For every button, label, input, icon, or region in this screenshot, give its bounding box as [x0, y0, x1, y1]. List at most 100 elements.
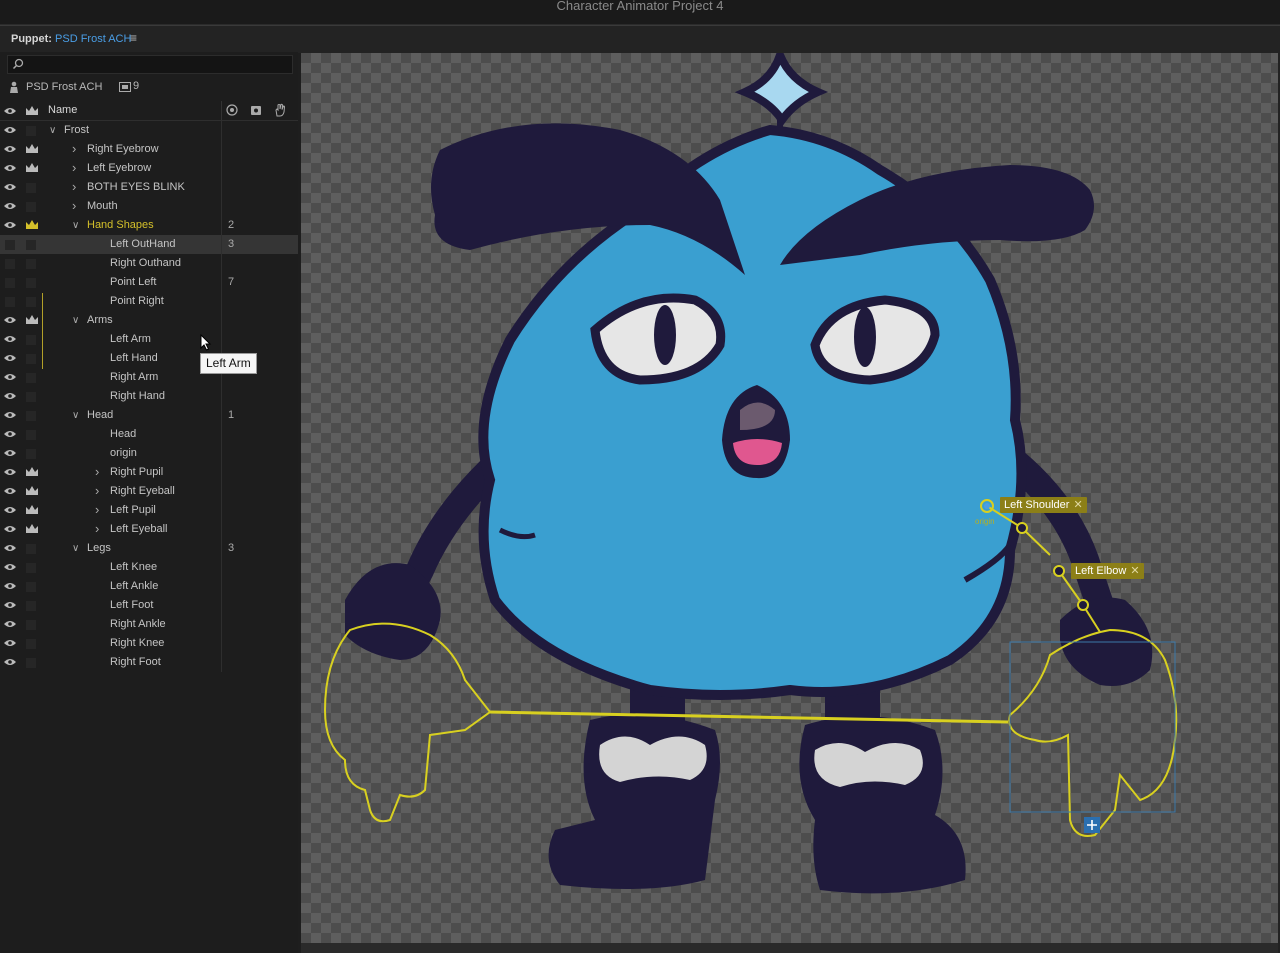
independence-toggle[interactable] — [26, 392, 36, 402]
eye-icon[interactable] — [4, 620, 16, 628]
independence-toggle[interactable] — [26, 449, 36, 459]
visibility-toggle[interactable] — [5, 278, 15, 288]
crown-icon[interactable] — [25, 105, 39, 117]
layer-row[interactable]: › Left Pupil — [0, 501, 298, 520]
crown-icon[interactable] — [25, 314, 39, 326]
independence-toggle[interactable] — [26, 278, 36, 288]
chevron-down-icon[interactable]: ∨ — [72, 410, 79, 421]
eye-icon[interactable] — [4, 126, 16, 134]
chevron-down-icon[interactable]: ∨ — [72, 543, 79, 554]
visibility-toggle[interactable] — [5, 259, 15, 269]
independence-toggle[interactable] — [26, 639, 36, 649]
independence-toggle[interactable] — [26, 658, 36, 668]
independence-toggle[interactable] — [26, 601, 36, 611]
eye-icon[interactable] — [4, 316, 16, 324]
independence-toggle[interactable] — [26, 430, 36, 440]
eye-icon[interactable] — [4, 411, 16, 419]
layer-row[interactable]: Right Ankle — [0, 615, 298, 634]
independence-toggle[interactable] — [26, 240, 36, 250]
search-input[interactable] — [7, 55, 293, 74]
eye-icon[interactable] — [4, 658, 16, 666]
layer-row[interactable]: Head — [0, 425, 298, 444]
independence-toggle[interactable] — [26, 202, 36, 212]
puppet-row[interactable]: PSD Frost ACH 9 — [0, 79, 298, 97]
eye-icon[interactable] — [4, 107, 16, 115]
tracking-icon[interactable] — [250, 104, 262, 116]
column-name[interactable]: Name — [48, 104, 77, 116]
eye-icon[interactable] — [4, 392, 16, 400]
eye-icon[interactable] — [4, 183, 16, 191]
crown-icon[interactable] — [25, 504, 39, 516]
eye-icon[interactable] — [4, 202, 16, 210]
chevron-right-icon[interactable]: › — [72, 141, 76, 156]
chevron-right-icon[interactable]: › — [72, 160, 76, 175]
layer-row[interactable]: ∨ Legs 3 — [0, 539, 298, 558]
layer-row[interactable]: Right Foot — [0, 653, 298, 672]
close-icon[interactable]: ✕ — [1130, 565, 1139, 577]
layer-row[interactable]: Right Outhand — [0, 254, 298, 273]
independence-toggle[interactable] — [26, 544, 36, 554]
independence-toggle[interactable] — [26, 373, 36, 383]
eye-icon[interactable] — [4, 582, 16, 590]
visibility-toggle[interactable] — [5, 297, 15, 307]
chevron-right-icon[interactable]: › — [95, 464, 99, 479]
layer-row[interactable]: Left Foot — [0, 596, 298, 615]
puppet-name-link[interactable]: PSD Frost ACH — [55, 33, 131, 45]
chevron-down-icon[interactable]: ∨ — [49, 125, 56, 136]
independence-toggle[interactable] — [26, 620, 36, 630]
layer-row[interactable]: Left OutHand 3 — [0, 235, 298, 254]
chevron-right-icon[interactable]: › — [95, 521, 99, 536]
eye-icon[interactable] — [4, 506, 16, 514]
layer-row[interactable]: Point Left 7 — [0, 273, 298, 292]
left-elbow-tag[interactable]: Left Elbow ✕ — [1071, 563, 1144, 579]
eye-icon[interactable] — [4, 525, 16, 533]
eye-icon[interactable] — [4, 468, 16, 476]
eye-icon[interactable] — [4, 449, 16, 457]
left-shoulder-tag[interactable]: Left Shoulder ✕ — [1000, 497, 1087, 513]
layer-row[interactable]: Point Right — [0, 292, 298, 311]
eye-icon[interactable] — [4, 639, 16, 647]
independence-toggle[interactable] — [26, 335, 36, 345]
layer-row[interactable]: › Left Eyeball — [0, 520, 298, 539]
layer-row[interactable]: › Right Pupil — [0, 463, 298, 482]
layer-row[interactable]: Left Ankle — [0, 577, 298, 596]
eye-icon[interactable] — [4, 601, 16, 609]
crown-icon[interactable] — [25, 485, 39, 497]
layer-row[interactable]: › Mouth — [0, 197, 298, 216]
handle-icon[interactable] — [274, 103, 286, 117]
chevron-right-icon[interactable]: › — [95, 483, 99, 498]
independence-toggle[interactable] — [26, 126, 36, 136]
layer-row[interactable]: Right Knee — [0, 634, 298, 653]
eye-icon[interactable] — [4, 544, 16, 552]
layer-row[interactable]: ∨ Hand Shapes 2 — [0, 216, 298, 235]
crown-icon[interactable] — [25, 219, 39, 231]
origin-icon[interactable] — [226, 104, 238, 116]
independence-toggle[interactable] — [26, 354, 36, 364]
eye-icon[interactable] — [4, 354, 16, 362]
layer-row[interactable]: › BOTH EYES BLINK — [0, 178, 298, 197]
layer-row[interactable]: Right Hand — [0, 387, 298, 406]
menu-icon[interactable]: ≡ — [130, 31, 137, 45]
eye-icon[interactable] — [4, 563, 16, 571]
layer-row[interactable]: ∨ Frost — [0, 121, 298, 140]
layer-row[interactable]: ∨ Arms — [0, 311, 298, 330]
close-icon[interactable]: ✕ — [1073, 499, 1082, 511]
eye-icon[interactable] — [4, 430, 16, 438]
eye-icon[interactable] — [4, 373, 16, 381]
independence-toggle[interactable] — [26, 297, 36, 307]
independence-toggle[interactable] — [26, 563, 36, 573]
crown-icon[interactable] — [25, 523, 39, 535]
eye-icon[interactable] — [4, 335, 16, 343]
eye-icon[interactable] — [4, 487, 16, 495]
chevron-right-icon[interactable]: › — [72, 198, 76, 213]
chevron-down-icon[interactable]: ∨ — [72, 315, 79, 326]
eye-icon[interactable] — [4, 164, 16, 172]
eye-icon[interactable] — [4, 145, 16, 153]
eye-icon[interactable] — [4, 221, 16, 229]
independence-toggle[interactable] — [26, 183, 36, 193]
puppet-canvas[interactable]: origin Left Shoulder ✕ Left Elbow ✕ — [301, 53, 1278, 943]
layer-row[interactable]: › Right Eyeball — [0, 482, 298, 501]
crown-icon[interactable] — [25, 466, 39, 478]
layer-row[interactable]: › Left Eyebrow — [0, 159, 298, 178]
chevron-right-icon[interactable]: › — [95, 502, 99, 517]
